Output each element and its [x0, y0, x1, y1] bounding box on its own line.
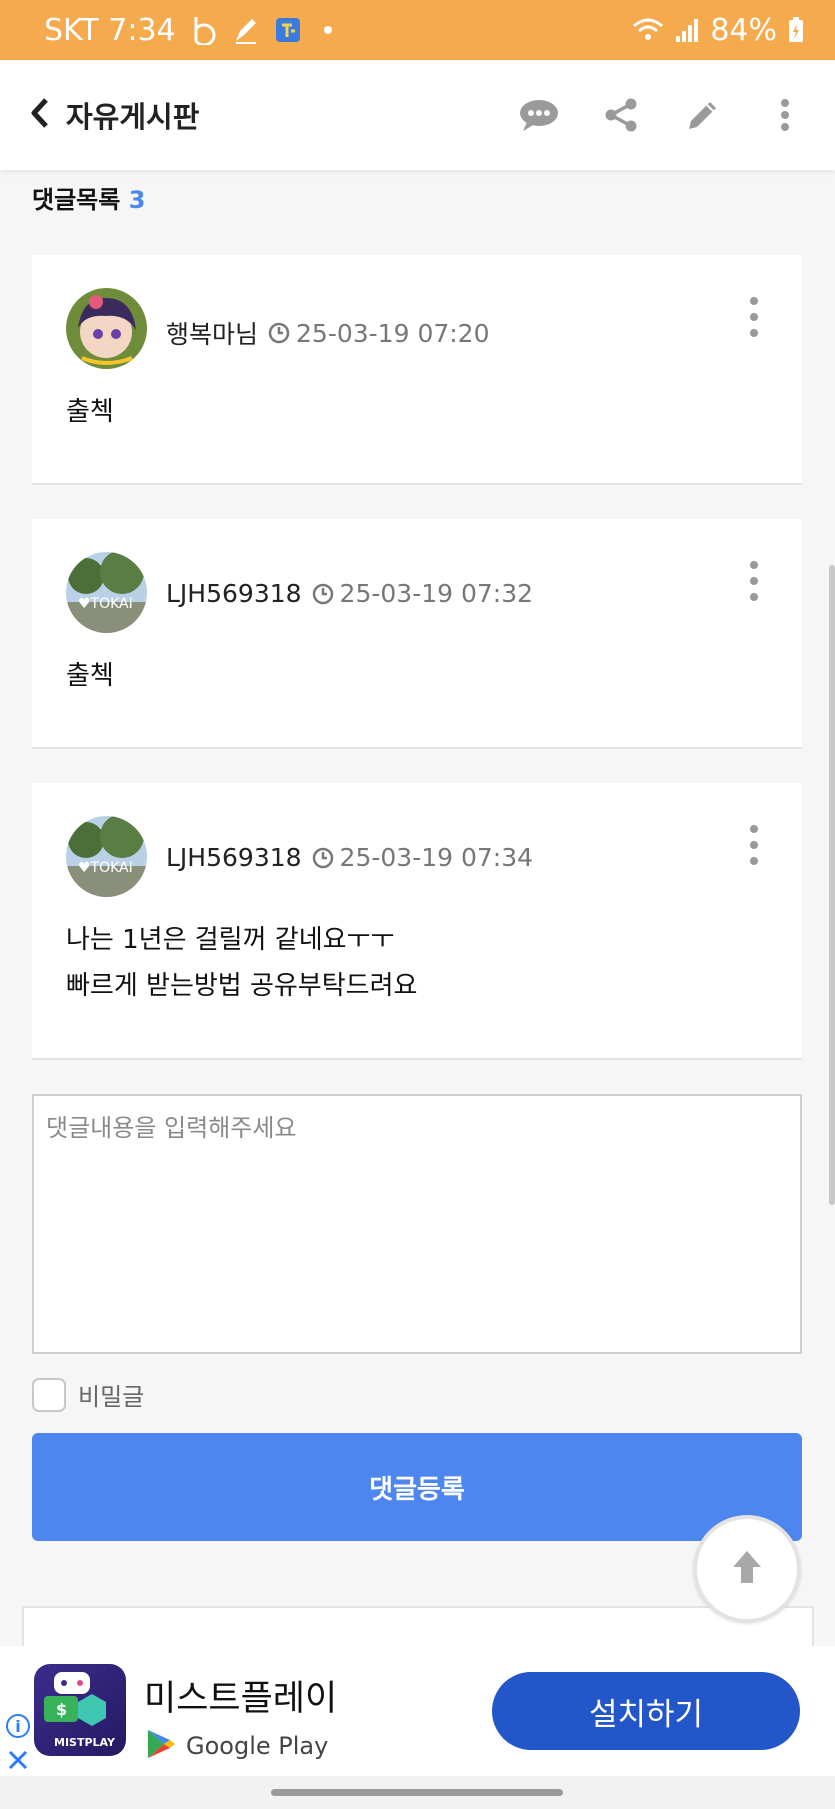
- system-nav-bar: [0, 1776, 835, 1809]
- status-bar: SKT 7:34 84%: [0, 0, 835, 60]
- ad-store: Google Play: [146, 1728, 328, 1764]
- comment-more-button[interactable]: [744, 297, 764, 337]
- clock-icon: [268, 322, 290, 344]
- submit-comment-button[interactable]: 댓글등록: [32, 1433, 802, 1541]
- google-play-icon: [146, 1728, 176, 1764]
- ad-banner[interactable]: i $ MISTPLAY 미스트플레이 Google Play 설치하기: [0, 1646, 835, 1776]
- comment-item: 행복마님 25-03-19 07:20 출첵: [32, 255, 802, 485]
- secret-toggle[interactable]: 비밀글: [32, 1377, 144, 1412]
- comment-timestamp: 25-03-19 07:32: [339, 579, 534, 608]
- home-indicator[interactable]: [271, 1789, 563, 1796]
- page-title: 자유게시판: [66, 100, 200, 134]
- comments-heading: 댓글목록 3: [32, 180, 145, 215]
- ad-store-name: Google Play: [186, 1732, 329, 1760]
- comment-item: ♥TOKAI LJH569318 25-03-19 07:32 출첵: [32, 519, 802, 749]
- comment-more-button[interactable]: [744, 561, 764, 601]
- share-icon[interactable]: [601, 95, 641, 135]
- ad-app-name[interactable]: 미스트플레이: [144, 1670, 337, 1721]
- ad-icon-label: MISTPLAY: [54, 1736, 116, 1749]
- ad-info-icon[interactable]: i: [6, 1714, 30, 1738]
- comment-author[interactable]: 행복마님: [166, 315, 258, 351]
- app-badge-icon: [274, 15, 302, 45]
- battery-charging-icon: [787, 16, 805, 44]
- comment-more-button[interactable]: [744, 825, 764, 865]
- scrollbar[interactable]: [829, 565, 835, 1205]
- comment-item: ♥TOKAI LJH569318 25-03-19 07:34 나는 1년은 걸…: [32, 783, 802, 1060]
- comment-body: 나는 1년은 걸릴꺼 같네요ㅜㅜ 빠르게 받는방법 공유부탁드려요: [66, 917, 417, 1009]
- clock-icon: [312, 583, 334, 605]
- comment-input[interactable]: [32, 1094, 802, 1354]
- comment-text-line: 빠르게 받는방법 공유부탁드려요: [66, 971, 418, 1001]
- avatar[interactable]: ♥TOKAI: [66, 552, 147, 633]
- svg-text:♥TOKAI: ♥TOKAI: [78, 860, 133, 876]
- chat-bubble-icon[interactable]: [519, 95, 559, 135]
- svg-text:$: $: [56, 1700, 67, 1719]
- comment-body: 출첵: [66, 389, 114, 435]
- secret-label: 비밀글: [78, 1383, 145, 1411]
- app-header: 자유게시판: [0, 60, 835, 170]
- ad-app-icon[interactable]: $ MISTPLAY: [34, 1664, 126, 1756]
- comment-author[interactable]: LJH569318: [166, 579, 302, 608]
- carrier-time: SKT 7:34: [44, 12, 176, 48]
- wifi-icon: [632, 16, 664, 44]
- b-app-icon: [190, 15, 218, 45]
- comments-heading-label: 댓글목록: [32, 186, 121, 214]
- pen-app-icon: [232, 15, 260, 45]
- scroll-to-top-button[interactable]: [693, 1515, 801, 1623]
- arrow-up-icon: [727, 1547, 767, 1591]
- comments-count: 3: [128, 186, 146, 214]
- signal-icon: [674, 16, 700, 44]
- secret-checkbox[interactable]: [32, 1377, 66, 1412]
- battery-percent: 84%: [710, 12, 777, 48]
- chevron-left-icon: [30, 97, 50, 133]
- more-vertical-icon[interactable]: [765, 95, 805, 135]
- avatar[interactable]: [66, 288, 147, 369]
- install-button[interactable]: 설치하기: [492, 1672, 800, 1750]
- comment-text-line: 출첵: [66, 661, 114, 691]
- comment-author[interactable]: LJH569318: [166, 843, 302, 872]
- comment-body: 출첵: [66, 653, 114, 699]
- notification-dot: [323, 26, 332, 34]
- comment-timestamp: 25-03-19 07:20: [296, 318, 490, 348]
- comment-text-line: 나는 1년은 걸릴꺼 같네요ㅜㅜ: [66, 925, 395, 955]
- ad-close-icon[interactable]: [6, 1748, 30, 1772]
- comment-text-line: 출첵: [66, 397, 114, 427]
- pencil-icon[interactable]: [683, 95, 723, 135]
- avatar[interactable]: ♥TOKAI: [66, 816, 147, 897]
- comment-timestamp: 25-03-19 07:34: [339, 843, 534, 872]
- clock-icon: [312, 847, 334, 869]
- svg-text:♥TOKAI: ♥TOKAI: [78, 596, 133, 612]
- back-button[interactable]: 자유게시판: [30, 94, 199, 136]
